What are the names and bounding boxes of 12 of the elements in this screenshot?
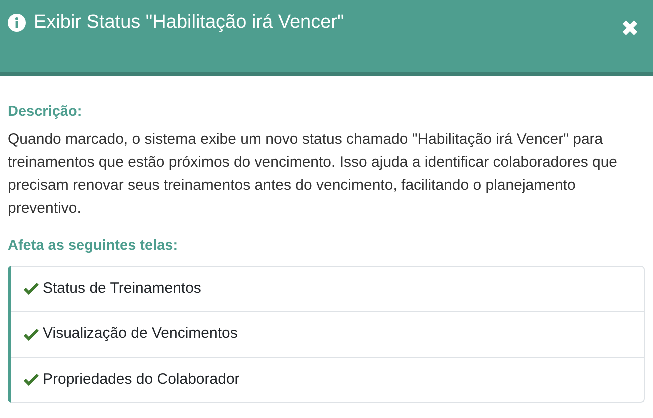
- screen-name: Status de Treinamentos: [43, 278, 202, 298]
- check-icon: [24, 328, 39, 341]
- screen-name: Propriedades do Colaborador: [43, 370, 240, 390]
- check-icon: [24, 282, 39, 296]
- description-text: Quando marcado, o sistema exibe um novo status chamado "Habilitação irá Vencer" para treinamentos que estão próximos do vencimento. Isso ajuda a identificar colaboradores que precisam renovar seus treinamentos antes do vencimento, facilitando o planejamento preventivo.: [8, 130, 619, 219]
- check-icon: [24, 373, 39, 386]
- screen-name: Visualização de Vencimentos: [43, 324, 238, 344]
- dialog-title: Exibir Status "Habilitação irá Vencer": [34, 12, 344, 35]
- info-icon: [8, 14, 26, 32]
- affected-screens-label: Afeta as seguintes telas:: [8, 236, 180, 256]
- close-button[interactable]: ✖: [621, 18, 639, 40]
- description-label: Descrição:: [8, 103, 84, 122]
